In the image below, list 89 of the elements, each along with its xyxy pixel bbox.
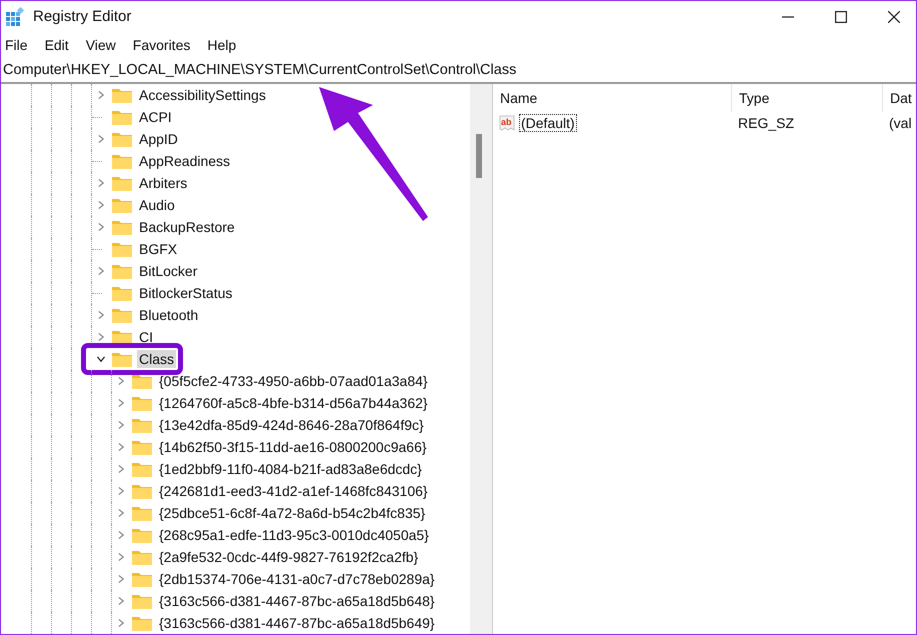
folder-icon — [132, 395, 152, 411]
chevron-down-icon[interactable] — [96, 356, 106, 362]
value-data: (val — [888, 115, 913, 131]
chevron-right-icon[interactable] — [118, 420, 124, 430]
folder-icon — [112, 219, 132, 235]
folder-icon — [132, 373, 152, 389]
address-bar[interactable]: Computer\HKEY_LOCAL_MACHINE\SYSTEM\CurrentControlSet\Control\Class — [1, 58, 916, 84]
window-title: Registry Editor — [33, 8, 132, 25]
chevron-right-icon[interactable] — [118, 398, 124, 408]
chevron-right-icon[interactable] — [98, 90, 104, 100]
folder-icon — [132, 417, 152, 433]
tree-item[interactable]: BitLocker — [137, 262, 200, 280]
tree-item[interactable]: Arbiters — [137, 174, 190, 192]
chevron-right-icon[interactable] — [118, 552, 124, 562]
tree-item[interactable]: {1264760f-a5c8-4bfe-b314-d56a7b44a362} — [157, 394, 430, 412]
tree-item[interactable]: AppReadiness — [137, 152, 232, 170]
chevron-right-icon[interactable] — [118, 376, 124, 386]
folder-icon — [132, 483, 152, 499]
folder-icon — [112, 351, 132, 367]
menu-item[interactable]: Help — [207, 37, 236, 53]
chevron-right-icon[interactable] — [98, 134, 104, 144]
folder-icon — [112, 285, 132, 301]
tree-item[interactable]: {3163c566-d381-4467-87bc-a65a18d5b648} — [157, 592, 437, 610]
close-icon[interactable] — [888, 10, 900, 22]
tree-item[interactable]: {2db15374-706e-4131-a0c7-d7c78eb0289a} — [157, 570, 437, 588]
chevron-right-icon[interactable] — [98, 200, 104, 210]
folder-icon — [132, 549, 152, 565]
value-name[interactable]: (Default) — [519, 114, 577, 132]
folder-icon — [132, 461, 152, 477]
folder-icon — [112, 175, 132, 191]
folder-icon — [132, 505, 152, 521]
column-header[interactable]: Dat — [883, 84, 916, 112]
tree-item[interactable]: BitlockerStatus — [137, 284, 234, 302]
chevron-right-icon[interactable] — [98, 178, 104, 188]
chevron-right-icon[interactable] — [118, 530, 124, 540]
tree-item[interactable]: {14b62f50-3f15-11dd-ae16-0800200c9a66} — [157, 438, 429, 456]
chevron-right-icon[interactable] — [98, 266, 104, 276]
folder-icon — [112, 241, 132, 257]
tree-item[interactable]: Class — [137, 350, 176, 368]
folder-icon — [112, 153, 132, 169]
menu-item[interactable]: Favorites — [132, 37, 190, 53]
tree-item[interactable]: {3163c566-d381-4467-87bc-a65a18d5b649} — [157, 614, 437, 632]
chevron-right-icon[interactable] — [118, 464, 124, 474]
chevron-right-icon[interactable] — [98, 310, 104, 320]
tree-item[interactable]: Bluetooth — [137, 306, 200, 324]
chevron-right-icon[interactable] — [118, 486, 124, 496]
tree-item[interactable]: {242681d1-eed3-41d2-a1ef-1468fc843106} — [157, 482, 430, 500]
tree-item[interactable]: BackupRestore — [137, 218, 237, 236]
chevron-right-icon[interactable] — [118, 618, 124, 628]
chevron-right-icon[interactable] — [98, 222, 104, 232]
tree-item[interactable]: {268c95a1-edfe-11d3-95c3-0010dc4050a5} — [157, 526, 431, 544]
tree-item[interactable]: {1ed2bbf9-11f0-4084-b21f-ad83a8e6dcdc} — [157, 460, 424, 478]
tree-item[interactable]: Audio — [137, 196, 177, 214]
folder-icon — [132, 527, 152, 543]
folder-icon — [112, 87, 132, 103]
folder-icon — [132, 593, 152, 609]
chevron-right-icon[interactable] — [118, 442, 124, 452]
tree-item[interactable]: ACPI — [137, 108, 174, 126]
folder-icon — [112, 131, 132, 147]
tree-item[interactable]: CI — [137, 328, 155, 346]
tree-item[interactable]: BGFX — [137, 240, 180, 258]
folder-icon — [112, 329, 132, 345]
string-value-icon: ab — [499, 114, 517, 132]
menu-item[interactable]: Edit — [44, 37, 69, 53]
chevron-right-icon[interactable] — [98, 332, 104, 342]
chevron-right-icon[interactable] — [118, 508, 124, 518]
chevron-right-icon[interactable] — [118, 596, 124, 606]
column-header[interactable]: Type — [732, 84, 883, 112]
registry-icon — [5, 6, 25, 26]
tree-item[interactable]: {05f5cfe2-4733-4950-a6bb-07aad01a3a84} — [157, 372, 430, 390]
folder-icon — [112, 109, 132, 125]
scrollbar[interactable] — [470, 84, 487, 634]
folder-icon — [132, 571, 152, 587]
tree-item[interactable]: {13e42dfa-85d9-424d-8646-28a70f864f9c} — [157, 416, 426, 434]
menu-item[interactable]: File — [5, 37, 28, 53]
folder-icon — [112, 263, 132, 279]
tree-item[interactable]: {2a9fe532-0cdc-44f9-9827-76192f2ca2fb} — [157, 548, 420, 566]
chevron-right-icon[interactable] — [118, 574, 124, 584]
folder-icon — [132, 615, 152, 631]
tree-item[interactable]: AppID — [137, 130, 180, 148]
tree-item[interactable]: {25dbce51-6c8f-4a72-8a6d-b54c2b4fc835} — [157, 504, 428, 522]
menu-item[interactable]: View — [86, 37, 116, 53]
column-header[interactable]: Name — [493, 84, 732, 112]
tree-item[interactable]: AccessibilitySettings — [137, 86, 268, 104]
value-type: REG_SZ — [737, 115, 796, 131]
folder-icon — [112, 197, 132, 213]
folder-icon — [112, 307, 132, 323]
maximize-icon[interactable] — [835, 10, 847, 22]
folder-icon — [132, 439, 152, 455]
